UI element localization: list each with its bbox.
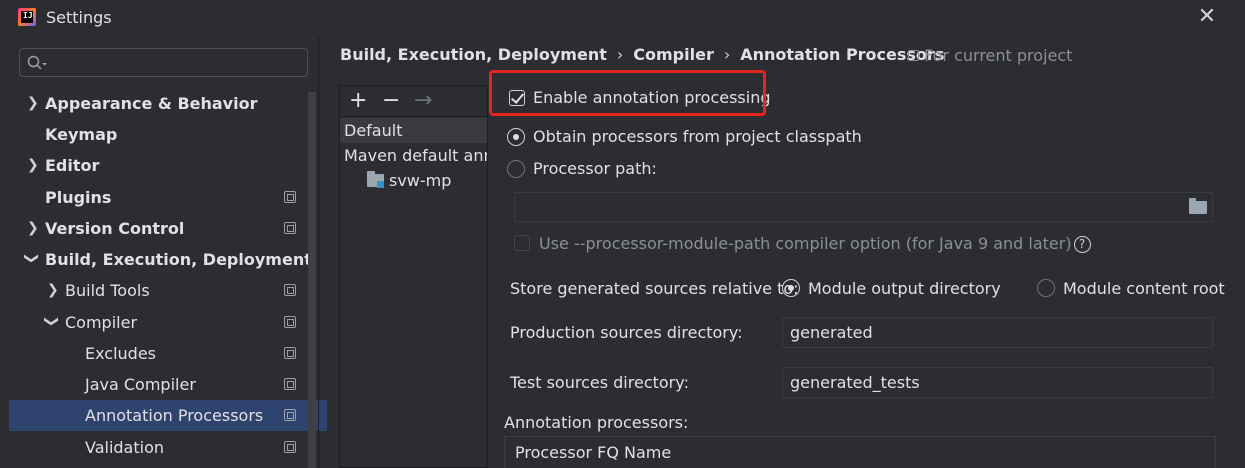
tree-item-validation[interactable]: Validation [0,432,308,463]
profile-item-module[interactable]: svw-mp [340,168,487,193]
panel-divider[interactable] [318,36,319,468]
profile-label: Maven default annotation processors prof… [344,146,487,165]
move-to-profile-button[interactable]: → [414,88,432,114]
tree-item-label: Editor [45,156,100,175]
project-scope-icon [284,347,296,359]
tree-item-plugins[interactable]: Plugins [0,182,308,213]
profile-item-default[interactable]: Default [340,118,487,143]
add-profile-button[interactable]: + [349,88,367,114]
intellij-logo-icon: IJ [18,8,36,26]
project-scope-icon [284,191,296,203]
tree-item-keymap[interactable]: Keymap [0,119,308,150]
obtain-from-classpath-label[interactable]: Obtain processors from project classpath [533,127,862,146]
sidebar-scrollbar[interactable] [308,92,316,468]
chevron-right-icon: ❯ [27,95,39,111]
tree-item-label: Java Compiler [85,375,196,394]
close-icon[interactable]: ✕ [1196,6,1218,28]
profile-item-maven-default[interactable]: Maven default annotation processors prof… [340,143,487,168]
test-sources-input[interactable]: generated_tests [782,367,1213,398]
module-output-directory-radio[interactable] [782,279,800,297]
help-icon[interactable]: ? [1073,236,1091,253]
breadcrumb-separator: › [723,45,731,64]
production-sources-input[interactable]: generated [782,317,1213,348]
tree-item-compiler[interactable]: ❯ Compiler [0,307,308,338]
tree-item-label: Keymap [45,125,118,144]
tree-item-version-control[interactable]: ❯ Version Control [0,213,308,244]
tree-item-label: Version Control [45,219,185,238]
profile-label: svw-mp [389,171,452,190]
module-folder-icon [367,171,384,188]
tree-item-appearance-behavior[interactable]: ❯ Appearance & Behavior [0,88,308,119]
title-bar: IJ Settings ✕ [0,0,1245,36]
chevron-right-icon: ❯ [27,220,39,236]
tree-item-java-compiler[interactable]: Java Compiler [0,369,308,400]
project-scope-icon [284,378,296,390]
obtain-from-classpath-radio[interactable] [507,128,525,146]
processor-path-input[interactable] [514,192,1213,222]
tree-item-build-tools[interactable]: ❯ Build Tools [0,275,308,306]
tree-item-label: Excludes [85,344,157,363]
tree-item-label: Annotation Processors [85,406,264,425]
scope-label: For current project [908,46,1072,65]
processor-path-label[interactable]: Processor path: [533,159,657,178]
tree-item-excludes[interactable]: Excludes [0,338,308,369]
tree-item-label: Validation [85,438,165,457]
breadcrumb-item[interactable]: Compiler [633,45,714,64]
tree-item-label: Plugins [45,188,112,207]
tree-item-label: Appearance & Behavior [45,94,258,113]
module-content-root-radio[interactable] [1037,279,1055,297]
tree-item-editor[interactable]: ❯ Editor [0,150,308,181]
breadcrumb-separator: › [616,45,624,64]
breadcrumb: Build, Execution, Deployment › Compiler › An… [340,45,944,64]
scope-text: For current project [924,46,1073,65]
tree-item-annotation-processors[interactable]: Annotation Processors [9,400,327,431]
module-path-option-checkbox[interactable] [514,235,530,251]
tree-item-label: Build Tools [65,281,150,300]
processor-table-header[interactable]: Processor FQ Name [504,436,1216,468]
module-output-directory-label[interactable]: Module output directory [808,279,1001,298]
chevron-down-icon: ❯ [23,252,40,265]
remove-profile-button[interactable]: − [382,88,400,114]
module-path-option-label[interactable]: Use --processor-module-path compiler opt… [539,234,1091,253]
module-path-option-text: Use --processor-module-path compiler opt… [539,234,1072,253]
project-scope-icon [284,409,296,421]
project-scope-icon [284,222,296,234]
chevron-down-icon: ❯ [43,315,60,328]
project-scope-icon [908,50,919,61]
project-scope-icon [284,316,296,328]
project-scope-icon [284,441,296,453]
browse-folder-icon[interactable] [1189,198,1207,214]
project-scope-icon [284,284,296,296]
profiles-toolbar: + − → [340,86,487,117]
profiles-panel: + − → Default Maven default annotation p… [339,85,488,468]
window-title: Settings [46,8,112,27]
annotation-processors-label: Annotation processors: [504,413,689,432]
chevron-right-icon: ❯ [27,157,39,173]
settings-search-input[interactable] [19,48,308,77]
processor-path-radio[interactable] [507,160,525,178]
tree-item-label: Compiler [65,313,138,332]
store-relative-label: Store generated sources relative to: [510,279,799,298]
breadcrumb-item[interactable]: Build, Execution, Deployment [340,45,607,64]
tree-item-label: Build, Execution, Deployment [45,250,312,269]
profile-label: Default [344,121,403,140]
module-content-root-label[interactable]: Module content root [1063,279,1225,298]
search-icon [27,55,47,70]
tree-item-build-execution-deployment[interactable]: ❯ Build, Execution, Deployment [0,244,312,275]
chevron-right-icon: ❯ [47,282,59,298]
test-sources-label: Test sources directory: [510,373,689,392]
highlight-annotation [489,70,766,116]
production-sources-label: Production sources directory: [510,323,743,342]
